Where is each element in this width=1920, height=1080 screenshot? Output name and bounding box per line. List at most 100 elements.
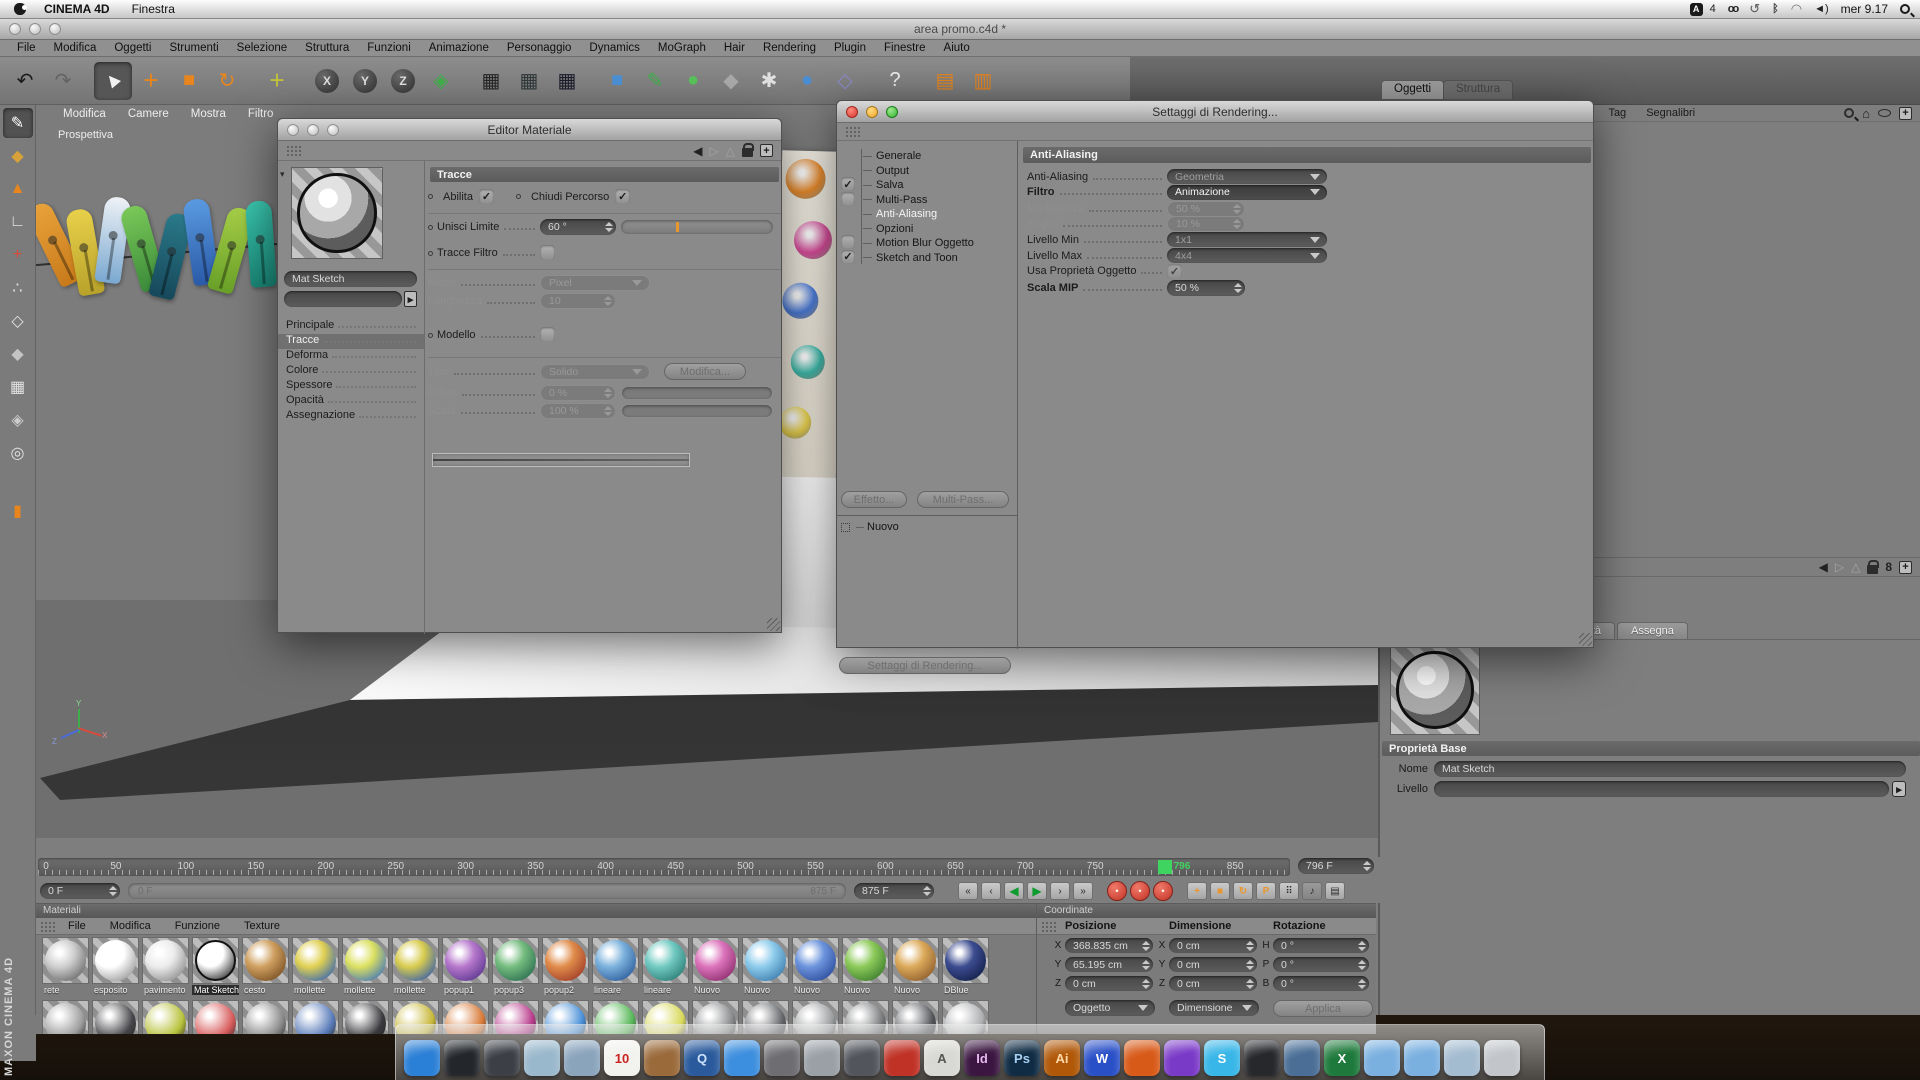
- current-frame-field[interactable]: 796 F: [1298, 858, 1374, 874]
- coord-field-posizione-x[interactable]: 368.835 cm: [1065, 938, 1153, 953]
- value-slider[interactable]: [621, 220, 773, 234]
- material-editor-titlebar[interactable]: Editor Materiale: [278, 119, 781, 141]
- coord-field-dimensione-y[interactable]: 0 cm: [1169, 957, 1257, 972]
- menu-mograph[interactable]: MoGraph: [649, 42, 715, 54]
- material-preview[interactable]: [291, 167, 383, 259]
- drag-handle-icon[interactable]: [40, 921, 56, 932]
- bluetooth-icon[interactable]: ᛒ: [1772, 3, 1779, 15]
- section-checkbox[interactable]: [841, 192, 855, 206]
- material-layer-field[interactable]: [1434, 781, 1889, 797]
- section-multi-pass[interactable]: Multi-Pass: [841, 193, 1013, 207]
- attr-lock-icon[interactable]: [1867, 565, 1878, 574]
- resize-grip[interactable]: [767, 618, 780, 631]
- dock-illustrator-icon[interactable]: Ai: [1044, 1040, 1080, 1076]
- material-thumb[interactable]: [92, 1000, 139, 1034]
- edges-mode-tool[interactable]: ◇: [3, 306, 33, 336]
- menu-funzioni[interactable]: Funzioni: [358, 42, 419, 54]
- key-pla-toggle[interactable]: ⠿: [1279, 882, 1299, 900]
- apple-menu-icon[interactable]: [14, 3, 26, 15]
- play-backward-button[interactable]: ◀: [1004, 882, 1024, 900]
- materials-menu-file[interactable]: File: [56, 920, 98, 932]
- render-settings-button[interactable]: Settaggi di Rendering...: [839, 657, 1011, 674]
- scale-tool[interactable]: ■: [170, 62, 208, 100]
- materials-menu-modifica[interactable]: Modifica: [98, 920, 163, 932]
- dock-word-icon[interactable]: W: [1084, 1040, 1120, 1076]
- spline-strip[interactable]: [432, 453, 690, 467]
- materials-menu-funzione[interactable]: Funzione: [163, 920, 232, 932]
- value-field[interactable]: 0 %: [540, 385, 616, 401]
- polygons-mode-tool[interactable]: ◆: [3, 339, 33, 369]
- material-preview[interactable]: [1390, 645, 1480, 735]
- coord-field-dimensione-z[interactable]: 0 cm: [1169, 976, 1257, 991]
- render-settings-titlebar[interactable]: Settaggi di Rendering...: [837, 101, 1593, 123]
- effect-button[interactable]: Effetto...: [841, 491, 907, 508]
- volume-icon[interactable]: ◄): [1814, 3, 1829, 15]
- om-menu-segnalibri[interactable]: Segnalibri: [1636, 107, 1705, 119]
- snap-settings-tool[interactable]: ◎: [3, 438, 33, 468]
- material-thumb-nuovo[interactable]: [892, 937, 939, 984]
- section-checkbox[interactable]: ✓: [841, 177, 855, 191]
- drag-handle-icon[interactable]: [286, 145, 302, 156]
- multipass-button[interactable]: Multi-Pass...: [917, 491, 1009, 508]
- attr-forward-icon[interactable]: ▷: [1835, 560, 1844, 574]
- last-used-tool[interactable]: +: [258, 62, 296, 100]
- channel-assegnazione[interactable]: Assegnazione: [278, 409, 424, 424]
- menu-finestre[interactable]: Finestre: [875, 42, 935, 54]
- om-visibility-icon[interactable]: [1878, 109, 1891, 117]
- resize-grip[interactable]: [1579, 633, 1592, 646]
- record-keyframe-button[interactable]: •: [1107, 881, 1127, 901]
- coord-field-rotazione-p[interactable]: 0 °: [1273, 957, 1369, 972]
- section-output[interactable]: Output: [841, 164, 1013, 178]
- menu-personaggio[interactable]: Personaggio: [498, 42, 581, 54]
- coordinate-system-button[interactable]: ◈: [422, 62, 460, 100]
- menu-struttura[interactable]: Struttura: [296, 42, 358, 54]
- layer-browse-button[interactable]: ▸: [1892, 781, 1906, 797]
- dock-folder-1-icon[interactable]: [1364, 1040, 1400, 1076]
- start-frame-field[interactable]: 0 F: [40, 883, 120, 899]
- value-field[interactable]: 60 °: [540, 219, 616, 235]
- dock-dvd-player-icon[interactable]: [764, 1040, 800, 1076]
- channel-spessore[interactable]: Spessore: [278, 379, 424, 394]
- timeline-ruler[interactable]: 0501001502002503003504004505005506006507…: [38, 858, 1290, 876]
- key-parameter-toggle[interactable]: P: [1256, 882, 1276, 900]
- rotate-tool[interactable]: ↻: [208, 62, 246, 100]
- om-home-icon[interactable]: ⌂: [1862, 106, 1870, 121]
- dock-itunes-icon[interactable]: [724, 1040, 760, 1076]
- add-spline-button[interactable]: ✎: [636, 62, 674, 100]
- current-frame-marker[interactable]: [1158, 860, 1172, 874]
- om-search-icon[interactable]: [1844, 108, 1854, 118]
- dropdown-field[interactable]: Animazione: [1167, 185, 1327, 200]
- content-browser-button[interactable]: ▥: [964, 62, 1002, 100]
- section-generale[interactable]: Generale: [841, 149, 1013, 163]
- material-thumb-popup1[interactable]: [442, 937, 489, 984]
- menu-modifica[interactable]: Modifica: [45, 42, 106, 54]
- checkbox[interactable]: ✓: [615, 189, 630, 204]
- timeline-range-slider[interactable]: 0 F 875 F: [128, 883, 846, 899]
- coord-field-rotazione-h[interactable]: 0 °: [1273, 938, 1369, 953]
- material-thumb-popup3[interactable]: [492, 937, 539, 984]
- autokey-button[interactable]: •: [1130, 881, 1150, 901]
- channel-tracce[interactable]: Tracce: [278, 334, 424, 349]
- attr-up-icon[interactable]: △: [1851, 560, 1860, 574]
- model-mode-tool[interactable]: ◆: [3, 141, 33, 171]
- section-motion-blur-oggetto[interactable]: Motion Blur Oggetto: [841, 236, 1013, 250]
- dropdown-field[interactable]: 4x4: [1167, 248, 1327, 263]
- dock-app-blue-icon[interactable]: [1284, 1040, 1320, 1076]
- render-view-button[interactable]: ▦: [472, 62, 510, 100]
- texture-axis-tool[interactable]: ▲: [3, 174, 33, 204]
- render-preset-item[interactable]: Nuovo: [841, 521, 899, 533]
- material-thumb[interactable]: [42, 1000, 89, 1034]
- os-app-name[interactable]: CINEMA 4D: [44, 2, 110, 16]
- menu-aiuto[interactable]: Aiuto: [935, 42, 979, 54]
- dock-terminal-icon[interactable]: [1244, 1040, 1280, 1076]
- channel-deforma[interactable]: Deforma: [278, 349, 424, 364]
- dock-stacks-icon[interactable]: [1444, 1040, 1480, 1076]
- adobe-updater-icon[interactable]: A 4: [1690, 3, 1716, 16]
- add-particles-button[interactable]: ✱: [750, 62, 788, 100]
- timeline-editor-button[interactable]: ▤: [926, 62, 964, 100]
- attr-add-icon[interactable]: +: [1899, 561, 1912, 574]
- dock-excel-icon[interactable]: X: [1324, 1040, 1360, 1076]
- workplane-tool[interactable]: ∟: [3, 207, 33, 237]
- goto-start-button[interactable]: «: [958, 882, 978, 900]
- checkbox[interactable]: ✓: [1167, 264, 1182, 279]
